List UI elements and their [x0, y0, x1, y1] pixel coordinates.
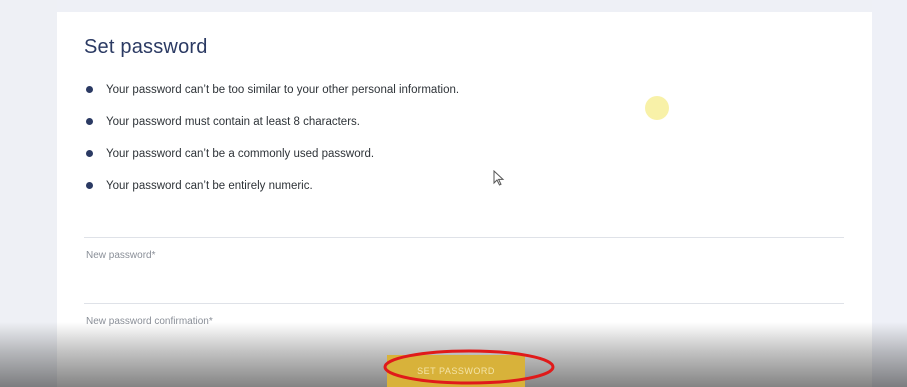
rule-item: Your password must contain at least 8 ch…	[86, 114, 459, 146]
bullet-dot-icon	[86, 150, 93, 157]
bullet-dot-icon	[86, 86, 93, 93]
rule-item: Your password can’t be too similar to yo…	[86, 82, 459, 114]
new-password-confirmation-field[interactable]: New password confirmation*	[84, 303, 844, 354]
set-password-card: Set password Your password can’t be too …	[57, 12, 872, 387]
bullet-dot-icon	[86, 182, 93, 189]
new-password-field[interactable]: New password*	[84, 237, 844, 304]
rule-item: Your password can’t be entirely numeric.	[86, 178, 459, 210]
password-rules-list: Your password can’t be too similar to yo…	[86, 82, 459, 210]
bullet-dot-icon	[86, 118, 93, 125]
rule-text: Your password can’t be too similar to yo…	[106, 84, 460, 96]
rule-item: Your password can’t be a commonly used p…	[86, 146, 459, 178]
cursor-highlight-dot	[645, 96, 669, 120]
set-password-button[interactable]: SET PASSWORD	[387, 355, 525, 387]
new-password-confirmation-label: New password confirmation*	[86, 316, 213, 327]
right-margin	[872, 0, 907, 387]
rule-text: Your password can’t be entirely numeric.	[106, 180, 313, 192]
new-password-label: New password*	[86, 250, 156, 261]
rule-text: Your password can’t be a commonly used p…	[106, 148, 375, 160]
page-title: Set password	[84, 36, 208, 58]
mouse-pointer-icon	[493, 170, 505, 186]
rule-text: Your password must contain at least 8 ch…	[106, 116, 360, 128]
left-margin	[0, 0, 57, 387]
